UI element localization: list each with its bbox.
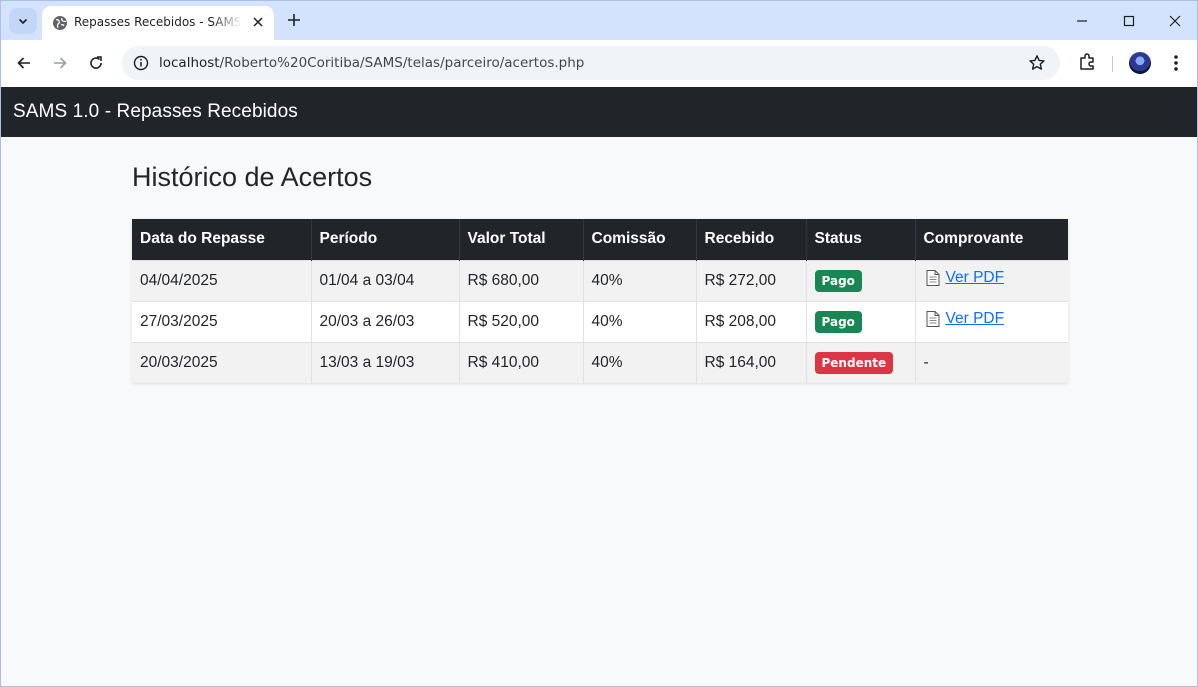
cell-period: 13/03 a 19/03 [311, 341, 460, 383]
table-row: 27/03/2025 20/03 a 26/03 R$ 520,00 40% R… [132, 300, 1068, 342]
column-header: Período [311, 219, 460, 260]
status-badge: Pendente [814, 351, 894, 374]
new-tab-button[interactable] [284, 10, 304, 30]
globe-icon [53, 16, 67, 30]
reload-button[interactable] [85, 52, 107, 74]
close-icon [253, 17, 263, 27]
plus-icon [288, 14, 300, 26]
forward-button[interactable] [49, 52, 71, 74]
chevron-down-icon [18, 18, 28, 25]
profile-avatar[interactable] [1129, 52, 1151, 74]
cell-total: R$ 410,00 [459, 341, 584, 383]
status-badge: Pago [814, 310, 862, 333]
column-header: Status [806, 219, 916, 260]
cell-receipt: - [915, 341, 1068, 383]
column-header: Comprovante [915, 219, 1068, 260]
column-header: Recebido [696, 219, 807, 260]
app-navbar: SAMS 1.0 - Repasses Recebidos [1, 87, 1197, 137]
cell-commission: 40% [583, 259, 697, 301]
cell-period: 20/03 a 26/03 [311, 300, 460, 342]
tab-title: Repasses Recebidos - SAMS Parceiro [74, 15, 242, 29]
minimize-button[interactable] [1070, 9, 1094, 33]
status-badge: Pago [814, 269, 862, 292]
url-host: localhost [159, 55, 220, 71]
maximize-button[interactable] [1117, 9, 1141, 33]
cell-commission: 40% [583, 341, 697, 383]
bookmark-star-icon[interactable] [1028, 54, 1046, 72]
cell-status: Pago [806, 259, 916, 301]
navbar-brand[interactable]: SAMS 1.0 - Repasses Recebidos [13, 101, 298, 123]
site-info-icon[interactable] [133, 55, 149, 71]
column-header: Valor Total [459, 219, 584, 260]
table-row: 04/04/2025 01/04 a 03/04 R$ 680,00 40% R… [132, 259, 1068, 301]
arrow-right-icon [54, 57, 67, 69]
table-row: 20/03/2025 13/03 a 19/03 R$ 410,00 40% R… [132, 341, 1068, 383]
cell-date: 04/04/2025 [132, 259, 312, 301]
close-window-button[interactable] [1163, 9, 1187, 33]
document-icon [926, 311, 939, 327]
column-header: Comissão [583, 219, 697, 260]
tab-close-button[interactable] [249, 13, 267, 31]
document-icon [926, 270, 939, 286]
cell-status: Pendente [806, 341, 916, 383]
settlements-table: Data do Repasse Período Valor Total Comi… [132, 219, 1068, 383]
cell-received: R$ 164,00 [696, 341, 807, 383]
back-button[interactable] [13, 52, 35, 74]
column-header: Data do Repasse [132, 219, 312, 260]
browser-toolbar: localhost/Roberto%20Coritiba/SAMS/telas/… [0, 40, 1198, 87]
cell-receipt: Ver PDF [915, 300, 1068, 342]
cell-status: Pago [806, 300, 916, 342]
tab-search-button[interactable] [9, 8, 37, 34]
kebab-menu-icon[interactable] [1167, 52, 1185, 74]
cell-receipt: Ver PDF [915, 259, 1068, 301]
minimize-icon [1077, 20, 1087, 22]
url-text: localhost/Roberto%20Coritiba/SAMS/telas/… [159, 55, 584, 71]
extensions-icon[interactable] [1077, 52, 1097, 72]
cell-total: R$ 680,00 [459, 259, 584, 301]
cell-total: R$ 520,00 [459, 300, 584, 342]
reload-icon [90, 56, 102, 69]
view-pdf-link[interactable]: Ver PDF [924, 269, 1005, 287]
cell-received: R$ 208,00 [696, 300, 807, 342]
maximize-icon [1123, 15, 1135, 27]
close-icon [1169, 15, 1181, 27]
toolbar-divider [1112, 56, 1113, 72]
cell-date: 20/03/2025 [132, 341, 312, 383]
address-bar[interactable]: localhost/Roberto%20Coritiba/SAMS/telas/… [122, 46, 1060, 80]
table-header-row: Data do Repasse Período Valor Total Comi… [132, 219, 1068, 260]
active-tab[interactable]: Repasses Recebidos - SAMS Parceiro [42, 6, 274, 41]
browser-tab-bar: Repasses Recebidos - SAMS Parceiro [0, 0, 1198, 41]
view-pdf-label: Ver PDF [945, 269, 1005, 286]
cell-period: 01/04 a 03/04 [311, 259, 460, 301]
view-pdf-link[interactable]: Ver PDF [924, 310, 1005, 328]
page-title: Histórico de Acertos [132, 162, 373, 192]
arrow-left-icon [17, 57, 30, 69]
cell-date: 27/03/2025 [132, 300, 312, 342]
view-pdf-label: Ver PDF [945, 310, 1005, 327]
cell-received: R$ 272,00 [696, 259, 807, 301]
cell-commission: 40% [583, 300, 697, 342]
page-viewport: SAMS 1.0 - Repasses Recebidos Histórico … [0, 87, 1198, 687]
url-path: /Roberto%20Coritiba/SAMS/telas/parceiro/… [219, 55, 585, 71]
